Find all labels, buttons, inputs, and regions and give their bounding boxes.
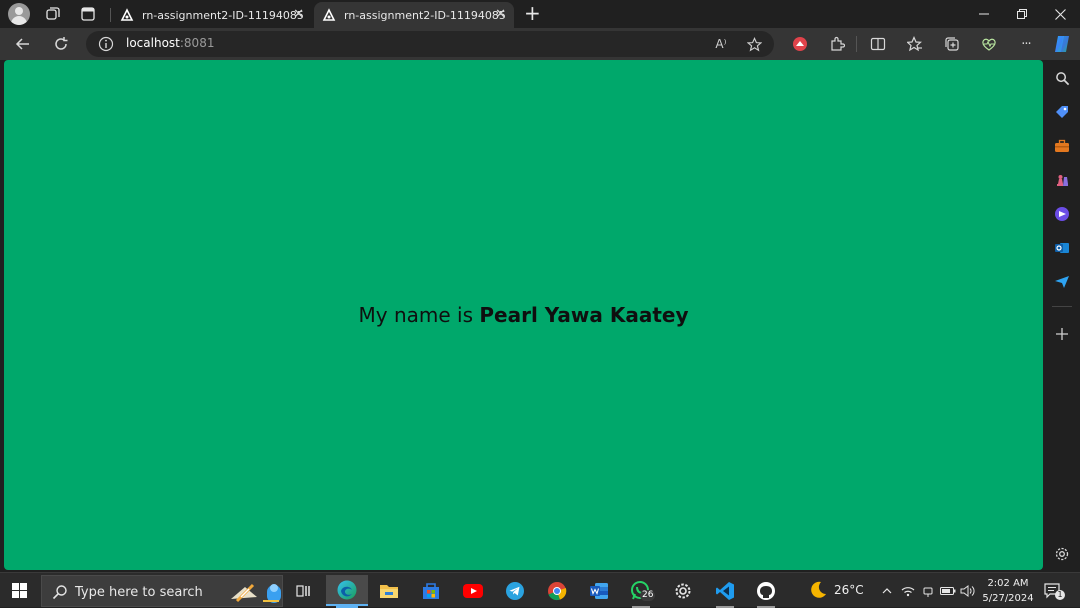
sidebar-divider [1052,306,1072,307]
workspaces-icon[interactable] [42,3,64,25]
notification-center-icon[interactable]: 1 [1044,582,1065,600]
greeting-text: My name is Pearl Yawa Kaatey [4,303,1043,327]
volume-icon[interactable] [960,583,976,599]
greeting-prefix: My name is [358,303,480,327]
windows-taskbar: Type here to search 26 26°C 2:02 AM 5/27… [0,572,1080,608]
whatsapp-icon[interactable]: 26 [627,577,656,605]
telegram-icon[interactable] [501,577,529,605]
close-tab-icon[interactable]: ✕ [495,7,506,22]
tab-separator [110,8,111,22]
extensions-icon[interactable] [825,32,849,56]
site-info-icon[interactable] [98,36,114,52]
collections-icon[interactable] [940,32,964,56]
more-options-icon[interactable]: ··· [1014,32,1038,56]
close-tab-icon[interactable]: ✕ [293,7,304,22]
edge-sidebar [1044,60,1080,570]
browser-essentials-icon[interactable] [977,32,1001,56]
outlook-icon[interactable] [1052,238,1072,258]
network-icon[interactable] [920,583,936,599]
chess-icon[interactable] [1052,170,1072,190]
weather-widget[interactable]: 26°C [808,580,864,600]
expo-favicon-icon [120,8,134,22]
tab-2[interactable]: rn-assignment2-ID-11194085 ✕ [314,2,514,28]
tab-strip: rn-assignment2-ID-11194085 ✕ rn-assignme… [0,0,1080,28]
whatsapp-badge: 26 [640,590,656,601]
vertical-tabs-icon[interactable] [77,3,99,25]
refresh-icon[interactable] [49,32,73,56]
search-highlight-illustration-icon [231,583,281,603]
address-bar[interactable]: localhost:8081 A⁾ [86,31,774,57]
favorites-icon[interactable] [903,32,927,56]
toolbar-divider [856,36,857,52]
search-placeholder: Type here to search [75,585,203,600]
word-icon[interactable] [585,577,613,605]
tag-icon[interactable] [1052,102,1072,122]
read-aloud-icon[interactable]: A⁾ [712,35,730,53]
github-desktop-icon[interactable] [752,577,780,605]
tab-title: rn-assignment2-ID-11194085 [142,8,304,22]
moon-icon [811,581,826,598]
wifi-icon[interactable] [900,583,916,599]
chrome-icon[interactable] [543,577,571,605]
weather-temp: 26°C [834,583,864,597]
clock-time: 2:02 AM [987,578,1029,589]
minimize-icon[interactable] [964,0,1004,28]
task-view-icon[interactable] [290,577,318,605]
clock-date: 5/27/2024 [982,593,1034,604]
back-icon[interactable] [11,32,35,56]
extension-red-icon[interactable] [788,32,812,56]
url-port: :8081 [179,36,215,50]
search-icon[interactable] [1052,68,1072,88]
restore-icon[interactable] [1002,0,1042,28]
microsoft-store-icon[interactable] [417,577,445,605]
split-screen-icon[interactable] [866,32,890,56]
show-hidden-icons-chevron-icon[interactable] [880,583,894,599]
profile-avatar-icon[interactable] [8,3,30,25]
tab-1[interactable]: rn-assignment2-ID-11194085 ✕ [112,2,312,28]
new-tab-button[interactable]: + [524,3,541,23]
file-explorer-icon[interactable] [375,577,403,605]
settings-icon[interactable] [1052,544,1072,564]
settings-app-icon[interactable] [669,577,697,605]
page-viewport: My name is Pearl Yawa Kaatey [4,60,1043,570]
copilot-designer-icon[interactable] [1052,204,1072,224]
expo-favicon-icon [322,8,336,22]
copilot-icon[interactable] [1050,32,1074,56]
add-icon[interactable] [1052,324,1072,344]
search-icon [52,585,67,600]
toolbox-icon[interactable] [1052,136,1072,156]
start-button-icon[interactable] [12,583,27,598]
url-host: localhost [126,36,180,50]
send-icon[interactable] [1052,272,1072,292]
close-window-icon[interactable] [1040,0,1080,28]
vscode-icon[interactable] [711,577,739,605]
browser-toolbar: localhost:8081 A⁾ ··· [0,28,1080,60]
favorite-star-icon[interactable] [745,35,763,53]
url-text: localhost:8081 [126,36,214,50]
greeting-name: Pearl Yawa Kaatey [479,303,689,327]
youtube-icon[interactable] [459,577,487,605]
system-clock[interactable]: 2:02 AM 5/27/2024 [978,576,1038,606]
tab-title: rn-assignment2-ID-11194085 [344,8,506,22]
notification-count: 1 [1055,590,1065,600]
taskbar-search-box[interactable]: Type here to search [41,575,283,607]
edge-taskbar-icon[interactable] [326,575,368,606]
battery-icon[interactable] [940,583,956,599]
